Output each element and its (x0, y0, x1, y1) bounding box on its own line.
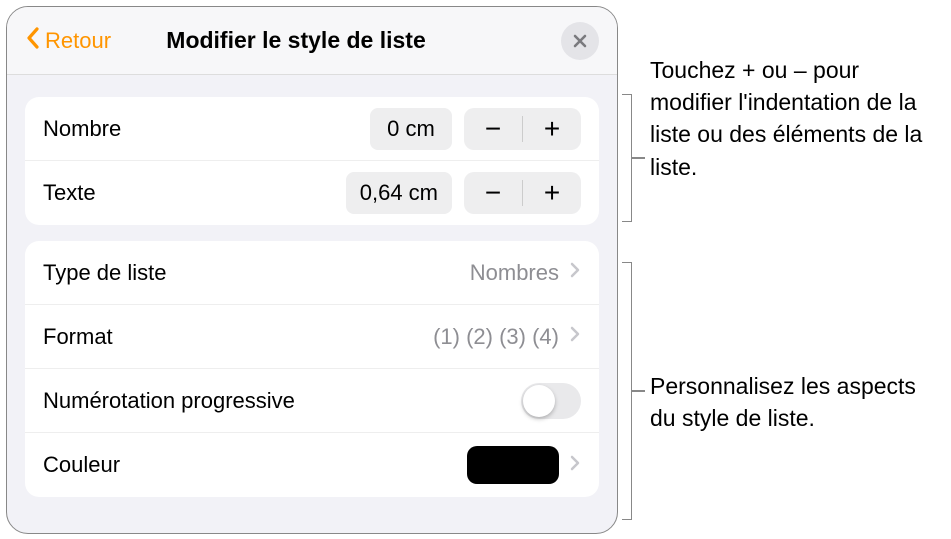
number-indent-value[interactable]: 0 cm (370, 108, 452, 150)
number-indent-decrease[interactable]: − (464, 108, 522, 150)
format-label: Format (43, 324, 433, 350)
list-type-value: Nombres (470, 260, 559, 286)
text-indent-increase[interactable]: + (523, 172, 581, 214)
chevron-right-icon (569, 261, 581, 284)
progressive-row: Numérotation progressive (25, 369, 599, 433)
text-indent-label: Texte (43, 180, 346, 206)
callout-bracket (622, 262, 632, 520)
text-indent-decrease[interactable]: − (464, 172, 522, 214)
callout-line (632, 157, 645, 159)
text-indent-row: Texte 0,64 cm − + (25, 161, 599, 225)
number-indent-row: Nombre 0 cm − + (25, 97, 599, 161)
callout-style: Personnalisez les aspects du style de li… (650, 370, 940, 434)
number-indent-stepper: − + (464, 108, 581, 150)
callout-indent: Touchez + ou – pour modifier l'indentati… (650, 54, 940, 183)
edit-list-style-panel: Retour Modifier le style de liste Nombre… (6, 6, 618, 534)
indent-section: Nombre 0 cm − + Texte 0,64 cm − + (25, 97, 599, 225)
text-indent-stepper: − + (464, 172, 581, 214)
format-value: (1) (2) (3) (4) (433, 324, 559, 350)
number-indent-increase[interactable]: + (523, 108, 581, 150)
callout-line (632, 390, 645, 392)
color-row[interactable]: Couleur (25, 433, 599, 497)
style-section: Type de liste Nombres Format (1) (2) (3)… (25, 241, 599, 497)
progressive-toggle[interactable] (521, 383, 581, 419)
chevron-right-icon (569, 325, 581, 348)
toggle-knob (523, 385, 555, 417)
list-type-label: Type de liste (43, 260, 470, 286)
callout-bracket (622, 94, 632, 222)
progressive-label: Numérotation progressive (43, 388, 521, 414)
format-row[interactable]: Format (1) (2) (3) (4) (25, 305, 599, 369)
panel-header: Retour Modifier le style de liste (7, 7, 617, 75)
number-indent-label: Nombre (43, 116, 370, 142)
text-indent-value[interactable]: 0,64 cm (346, 172, 452, 214)
close-icon (572, 33, 588, 49)
panel-title: Modifier le style de liste (31, 27, 561, 54)
chevron-right-icon (569, 454, 581, 477)
color-label: Couleur (43, 452, 467, 478)
close-button[interactable] (561, 22, 599, 60)
list-type-row[interactable]: Type de liste Nombres (25, 241, 599, 305)
color-swatch (467, 446, 559, 484)
